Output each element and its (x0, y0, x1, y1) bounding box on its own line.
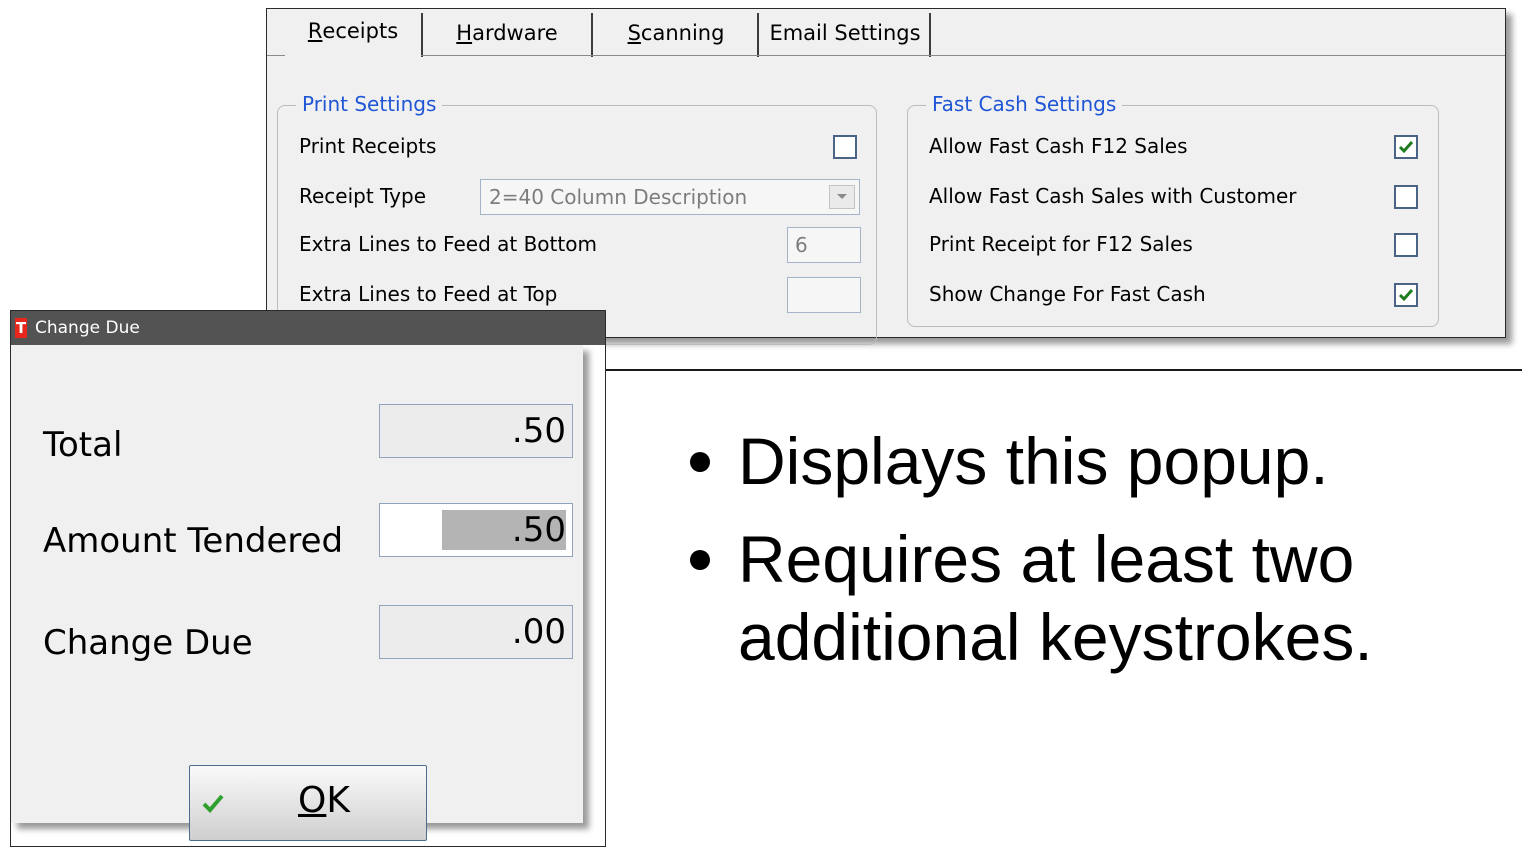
tab-baseline (267, 55, 285, 56)
amount-tendered-value: .50 (511, 510, 566, 550)
receipt-type-dropdown[interactable]: 2=40 Column Description (480, 179, 860, 215)
bullet-item: Displays this popup. (690, 422, 1510, 500)
checkmark-icon (202, 794, 224, 813)
ok-label-rest: K (326, 780, 350, 821)
extra-top-label: Extra Lines to Feed at Top (299, 282, 558, 306)
tab-scanning[interactable]: Scanning (595, 9, 757, 57)
ok-label: OK (298, 780, 350, 821)
change-due-dialog: T Change Due Total .50 Amount Tendered .… (10, 310, 606, 847)
fast-cash-customer-checkbox[interactable] (1394, 185, 1418, 209)
extra-bottom-label: Extra Lines to Feed at Bottom (299, 232, 597, 256)
receipt-type-label: Receipt Type (299, 184, 426, 208)
tab-receipts-label: eceipts (322, 19, 399, 43)
print-receipt-f12-label: Print Receipt for F12 Sales (929, 232, 1193, 256)
fast-cash-f12-label: Allow Fast Cash F12 Sales (929, 134, 1188, 158)
tab-scanning-mnemonic: S (627, 21, 641, 45)
amount-tendered-input[interactable]: .50 (379, 503, 573, 557)
tab-baseline (421, 55, 1505, 56)
total-value: .50 (379, 404, 573, 458)
ok-mnemonic: O (298, 780, 327, 821)
bullet-dot (690, 550, 710, 570)
tab-separator (929, 13, 931, 57)
settings-window: Receipts Hardware Scanning Email Setting… (266, 8, 1506, 345)
print-receipts-checkbox[interactable] (833, 135, 857, 159)
tab-hardware-mnemonic: H (456, 21, 473, 45)
print-receipts-label: Print Receipts (299, 134, 437, 158)
bullet-list: Displays this popup. Requires at least t… (690, 422, 1510, 696)
fast-cash-customer-label: Allow Fast Cash Sales with Customer (929, 184, 1297, 208)
divider-line (606, 369, 1522, 371)
bullet-item: Requires at least two additional keystro… (690, 520, 1510, 676)
receipt-type-value: 2=40 Column Description (489, 185, 748, 209)
tab-email-settings-label: Email Settings (769, 21, 921, 45)
dialog-body: Total .50 Amount Tendered .50 Change Due… (11, 345, 583, 841)
dialog-title: Change Due (35, 318, 140, 338)
show-change-label: Show Change For Fast Cash (929, 282, 1206, 306)
tab-scanning-label: canning (640, 21, 725, 45)
bullet-dot (690, 452, 710, 472)
dialog-titlebar[interactable]: T Change Due (11, 311, 605, 345)
checkmark-icon (1398, 289, 1414, 302)
tab-receipts[interactable]: Receipts (285, 9, 421, 55)
tab-receipts-mnemonic: R (307, 19, 323, 43)
print-settings-title: Print Settings (296, 92, 443, 116)
print-receipt-f12-checkbox[interactable] (1394, 233, 1418, 257)
checkmark-icon (1398, 141, 1414, 154)
fast-cash-settings-title: Fast Cash Settings (926, 92, 1123, 116)
extra-bottom-input[interactable]: 6 (787, 227, 861, 263)
bullet-text: Requires at least two additional keystro… (738, 522, 1373, 674)
total-label: Total (43, 425, 123, 465)
ok-button[interactable]: OK (189, 765, 427, 841)
app-logo-icon: T (15, 318, 27, 338)
tab-hardware[interactable]: Hardware (425, 9, 589, 57)
tab-separator (591, 13, 593, 57)
tab-separator (757, 13, 759, 57)
tab-separator (421, 13, 423, 57)
tab-hardware-label: ardware (472, 21, 558, 45)
amount-tendered-label: Amount Tendered (43, 521, 344, 561)
extra-top-input[interactable] (787, 277, 861, 313)
change-due-value: .00 (379, 605, 573, 659)
fast-cash-f12-checkbox[interactable] (1394, 135, 1418, 159)
tab-email-settings[interactable]: Email Settings (761, 9, 929, 57)
show-change-checkbox[interactable] (1394, 283, 1418, 307)
change-due-label: Change Due (43, 623, 253, 663)
dropdown-arrow-icon[interactable] (829, 185, 855, 209)
bullet-text: Displays this popup. (738, 424, 1329, 498)
